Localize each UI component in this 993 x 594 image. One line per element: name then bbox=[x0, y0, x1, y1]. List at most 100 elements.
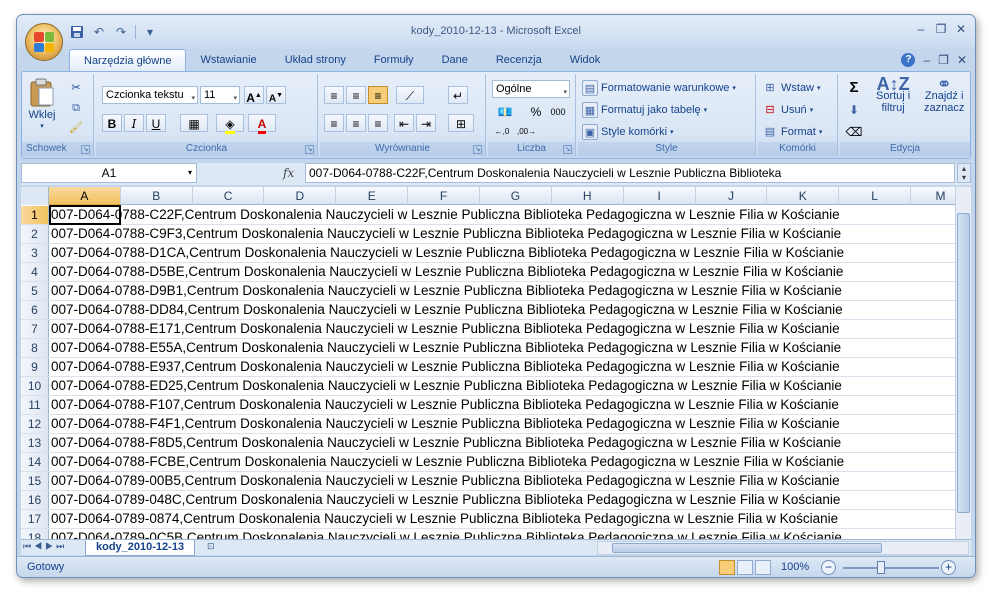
cell-a[interactable]: 007-D064-0789-00B5,Centrum Doskonalenia … bbox=[49, 472, 840, 490]
font-color-button[interactable]: A bbox=[248, 114, 276, 134]
minimize-icon[interactable]: – bbox=[913, 21, 929, 37]
row-header[interactable]: 16 bbox=[21, 491, 49, 509]
tab-review[interactable]: Recenzja bbox=[482, 49, 556, 71]
italic-button[interactable]: I bbox=[124, 114, 144, 132]
row-header[interactable]: 18 bbox=[21, 529, 49, 539]
row-header[interactable]: 8 bbox=[21, 339, 49, 357]
fill-button[interactable]: ⬇ bbox=[844, 100, 864, 118]
cell-a[interactable]: 007-D064-0788-ED25,Centrum Doskonalenia … bbox=[49, 377, 842, 395]
minimize-workbook-icon[interactable]: – bbox=[923, 53, 930, 67]
vertical-scrollbar[interactable] bbox=[955, 187, 971, 539]
conditional-formatting-button[interactable]: ▤ Formatowanie warunkowe ▾ bbox=[582, 80, 736, 96]
zoom-slider[interactable] bbox=[843, 567, 939, 569]
column-header[interactable]: F bbox=[408, 187, 480, 205]
name-box[interactable]: A1 ▾ bbox=[21, 163, 197, 183]
column-header[interactable]: E bbox=[336, 187, 409, 205]
formula-bar-expand-icon[interactable]: ▴ ▾ bbox=[957, 163, 971, 183]
select-all-corner[interactable] bbox=[21, 187, 49, 205]
format-as-table-button[interactable]: ▦ Formatuj jako tabelę ▾ bbox=[582, 102, 707, 118]
column-header[interactable]: A bbox=[48, 187, 121, 205]
font-size-select[interactable]: 11 ▾ bbox=[200, 86, 240, 104]
fill-color-button[interactable]: ◈ bbox=[216, 114, 244, 134]
row-header[interactable]: 2 bbox=[21, 225, 49, 243]
grow-font-button[interactable]: A▲ bbox=[244, 86, 264, 105]
tab-formulas[interactable]: Formuły bbox=[360, 49, 428, 71]
currency-button[interactable]: 💶 bbox=[492, 102, 518, 120]
formula-input[interactable]: 007-D064-0788-C22F,Centrum Doskonalenia … bbox=[305, 163, 955, 183]
decrease-indent-button[interactable]: ⇤ bbox=[394, 114, 414, 132]
decrease-decimal-button[interactable]: ,00→ bbox=[516, 122, 536, 140]
increase-indent-button[interactable]: ⇥ bbox=[416, 114, 436, 132]
wrap-text-button[interactable]: ↵ bbox=[448, 86, 468, 104]
zoom-level[interactable]: 100% bbox=[781, 561, 809, 573]
sort-filter-button[interactable]: A↕Z Sortuj i filtruj bbox=[876, 75, 910, 114]
shrink-font-button[interactable]: A▼ bbox=[266, 86, 286, 104]
cut-icon[interactable]: ✂ bbox=[68, 80, 84, 96]
font-name-select[interactable]: Czcionka tekstu ▾ bbox=[102, 86, 198, 104]
find-select-button[interactable]: ⚭ Znajdź i zaznacz bbox=[924, 75, 964, 114]
column-header[interactable]: L bbox=[839, 187, 912, 205]
row-header[interactable]: 4 bbox=[21, 263, 49, 281]
tab-data[interactable]: Dane bbox=[428, 49, 482, 71]
column-header[interactable]: J bbox=[696, 187, 768, 205]
row-header[interactable]: 11 bbox=[21, 396, 49, 414]
normal-view-icon[interactable] bbox=[719, 560, 735, 575]
column-header[interactable]: B bbox=[121, 187, 193, 205]
autosum-button[interactable]: Σ bbox=[844, 78, 864, 96]
column-header[interactable]: D bbox=[264, 187, 337, 205]
cell-a[interactable]: 007-D064-0788-D5BE,Centrum Doskonalenia … bbox=[49, 263, 843, 281]
column-header[interactable]: G bbox=[480, 187, 552, 205]
row-header[interactable]: 17 bbox=[21, 510, 49, 528]
align-right-button[interactable]: ≡ bbox=[368, 114, 388, 132]
column-header[interactable]: I bbox=[624, 187, 696, 205]
zoom-in-icon[interactable]: + bbox=[941, 560, 956, 575]
increase-decimal-button[interactable]: ←,0 bbox=[492, 122, 512, 140]
align-bottom-button[interactable]: ≡ bbox=[368, 86, 388, 104]
cell-a[interactable]: 007-D064-0789-0C5B,Centrum Doskonalenia … bbox=[49, 529, 842, 539]
cell-a[interactable]: 007-D064-0788-FCBE,Centrum Doskonalenia … bbox=[49, 453, 844, 471]
row-header[interactable]: 5 bbox=[21, 282, 49, 300]
align-left-button[interactable]: ≡ bbox=[324, 114, 344, 132]
row-header[interactable]: 13 bbox=[21, 434, 49, 452]
number-format-select[interactable]: Ogólne ▾ bbox=[492, 80, 570, 98]
formula-bar-resize-handle[interactable] bbox=[199, 165, 279, 181]
help-icon[interactable]: ? bbox=[901, 53, 916, 67]
copy-icon[interactable]: ⧉ bbox=[68, 100, 84, 116]
bold-button[interactable]: B bbox=[102, 114, 122, 132]
cell-a[interactable]: 007-D064-0788-D9B1,Centrum Doskonalenia … bbox=[49, 282, 842, 300]
tab-view[interactable]: Widok bbox=[556, 49, 615, 71]
row-header[interactable]: 3 bbox=[21, 244, 49, 262]
cell-styles-button[interactable]: ▣ Style komórki ▾ bbox=[582, 124, 674, 140]
page-layout-view-icon[interactable] bbox=[737, 560, 753, 575]
alignment-launcher-icon[interactable]: ↘ bbox=[473, 145, 482, 154]
page-break-view-icon[interactable] bbox=[755, 560, 771, 575]
cell-a[interactable]: 007-D064-0789-0874,Centrum Doskonalenia … bbox=[49, 510, 838, 528]
merge-center-button[interactable]: ⊞ bbox=[448, 114, 474, 132]
clear-button[interactable]: ⌫ bbox=[844, 122, 864, 140]
close-icon[interactable]: ✕ bbox=[953, 21, 969, 37]
cell-a[interactable]: 007-D064-0788-D1CA,Centrum Doskonalenia … bbox=[49, 244, 844, 262]
borders-button[interactable]: ▦ bbox=[180, 114, 208, 132]
horizontal-scroll-thumb[interactable] bbox=[612, 543, 882, 553]
row-header[interactable]: 15 bbox=[21, 472, 49, 490]
cell-a[interactable]: 007-D064-0788-C9F3,Centrum Doskonalenia … bbox=[49, 225, 841, 243]
column-header[interactable]: C bbox=[193, 187, 265, 205]
cell-a[interactable]: 007-D064-0788-DD84,Centrum Doskonalenia … bbox=[49, 301, 843, 319]
sheet-tab[interactable]: kody_2010-12-13 bbox=[85, 540, 196, 556]
row-header[interactable]: 6 bbox=[21, 301, 49, 319]
thousands-button[interactable]: 000 bbox=[548, 102, 568, 120]
horizontal-scrollbar[interactable] bbox=[597, 541, 969, 555]
column-header[interactable]: K bbox=[767, 187, 840, 205]
format-cells-button[interactable]: ▤ Format ▾ bbox=[762, 124, 823, 140]
clipboard-launcher-icon[interactable]: ↘ bbox=[81, 145, 90, 154]
insert-sheet-icon[interactable]: ⊡ bbox=[207, 541, 223, 554]
tab-page-layout[interactable]: Układ strony bbox=[271, 49, 360, 71]
cell-a[interactable]: 007-D064-0788-E55A,Centrum Doskonalenia … bbox=[49, 339, 841, 357]
zoom-slider-knob[interactable] bbox=[877, 561, 885, 574]
restore-workbook-icon[interactable]: ❐ bbox=[938, 53, 949, 67]
row-header[interactable]: 10 bbox=[21, 377, 49, 395]
row-header[interactable]: 12 bbox=[21, 415, 49, 433]
paste-button[interactable]: Wklej ▾ bbox=[28, 78, 56, 130]
underline-button[interactable]: U bbox=[146, 114, 166, 132]
row-header[interactable]: 9 bbox=[21, 358, 49, 376]
